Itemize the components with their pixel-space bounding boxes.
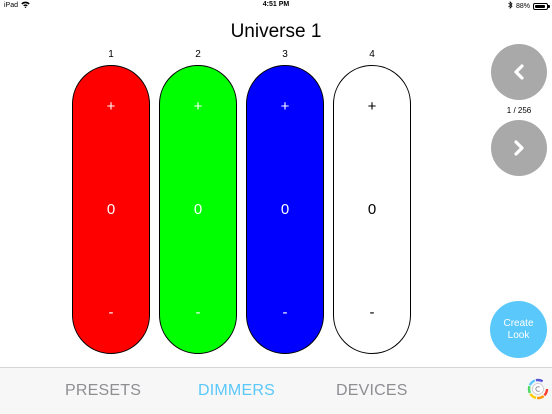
tab-presets[interactable]: PRESETS — [65, 382, 141, 400]
channel-number: 1 — [108, 49, 114, 60]
fader-track[interactable]: + 0 - — [333, 65, 411, 354]
fader-track[interactable]: + 0 - — [246, 65, 324, 354]
fader-value: 0 — [193, 201, 203, 218]
page-title: Universe 1 — [230, 21, 322, 42]
fader-2: 2 + 0 - — [159, 48, 237, 354]
fader-value: 0 — [280, 201, 290, 218]
decrease-button[interactable]: - — [334, 304, 410, 321]
increase-button[interactable]: + — [160, 98, 236, 115]
decrease-button[interactable]: - — [247, 304, 323, 321]
increase-button[interactable]: + — [73, 98, 149, 115]
increase-button[interactable]: + — [334, 98, 410, 115]
status-bar: iPad 4:51 PM 88% — [0, 0, 552, 12]
battery-level — [535, 4, 545, 8]
status-time: 4:51 PM — [262, 1, 290, 8]
bluetooth-icon — [508, 1, 513, 11]
fader-1: 1 + 0 - — [72, 48, 150, 354]
battery-icon — [533, 2, 550, 10]
fader-value: 0 — [367, 201, 377, 218]
create-look-button[interactable]: Create Look — [490, 301, 547, 358]
fader-track[interactable]: + 0 - — [72, 65, 150, 354]
fader-3: 3 + 0 - — [246, 48, 324, 354]
channel-number: 4 — [369, 49, 375, 60]
tab-bar: PRESETS DIMMERS DEVICES — [0, 367, 552, 414]
app-logo-icon[interactable] — [527, 378, 549, 400]
battery-percent: 88% — [515, 2, 530, 10]
chevron-left-icon — [514, 64, 524, 80]
status-right: 88% — [508, 1, 550, 11]
fader-4: 4 + 0 - — [333, 48, 411, 354]
tab-devices[interactable]: DEVICES — [336, 382, 408, 400]
decrease-button[interactable]: - — [160, 304, 236, 321]
create-look-label: Create Look — [503, 317, 534, 341]
page-indicator: 1 / 256 — [506, 106, 532, 115]
channel-number: 3 — [282, 49, 288, 60]
chevron-right-icon — [514, 140, 524, 156]
increase-button[interactable]: + — [247, 98, 323, 115]
fader-value: 0 — [106, 201, 116, 218]
next-page-button[interactable] — [491, 120, 547, 176]
tab-dimmers[interactable]: DIMMERS — [198, 382, 275, 400]
decrease-button[interactable]: - — [73, 304, 149, 321]
channel-number: 2 — [195, 49, 201, 60]
fader-track[interactable]: + 0 - — [159, 65, 237, 354]
previous-page-button[interactable] — [491, 44, 547, 100]
